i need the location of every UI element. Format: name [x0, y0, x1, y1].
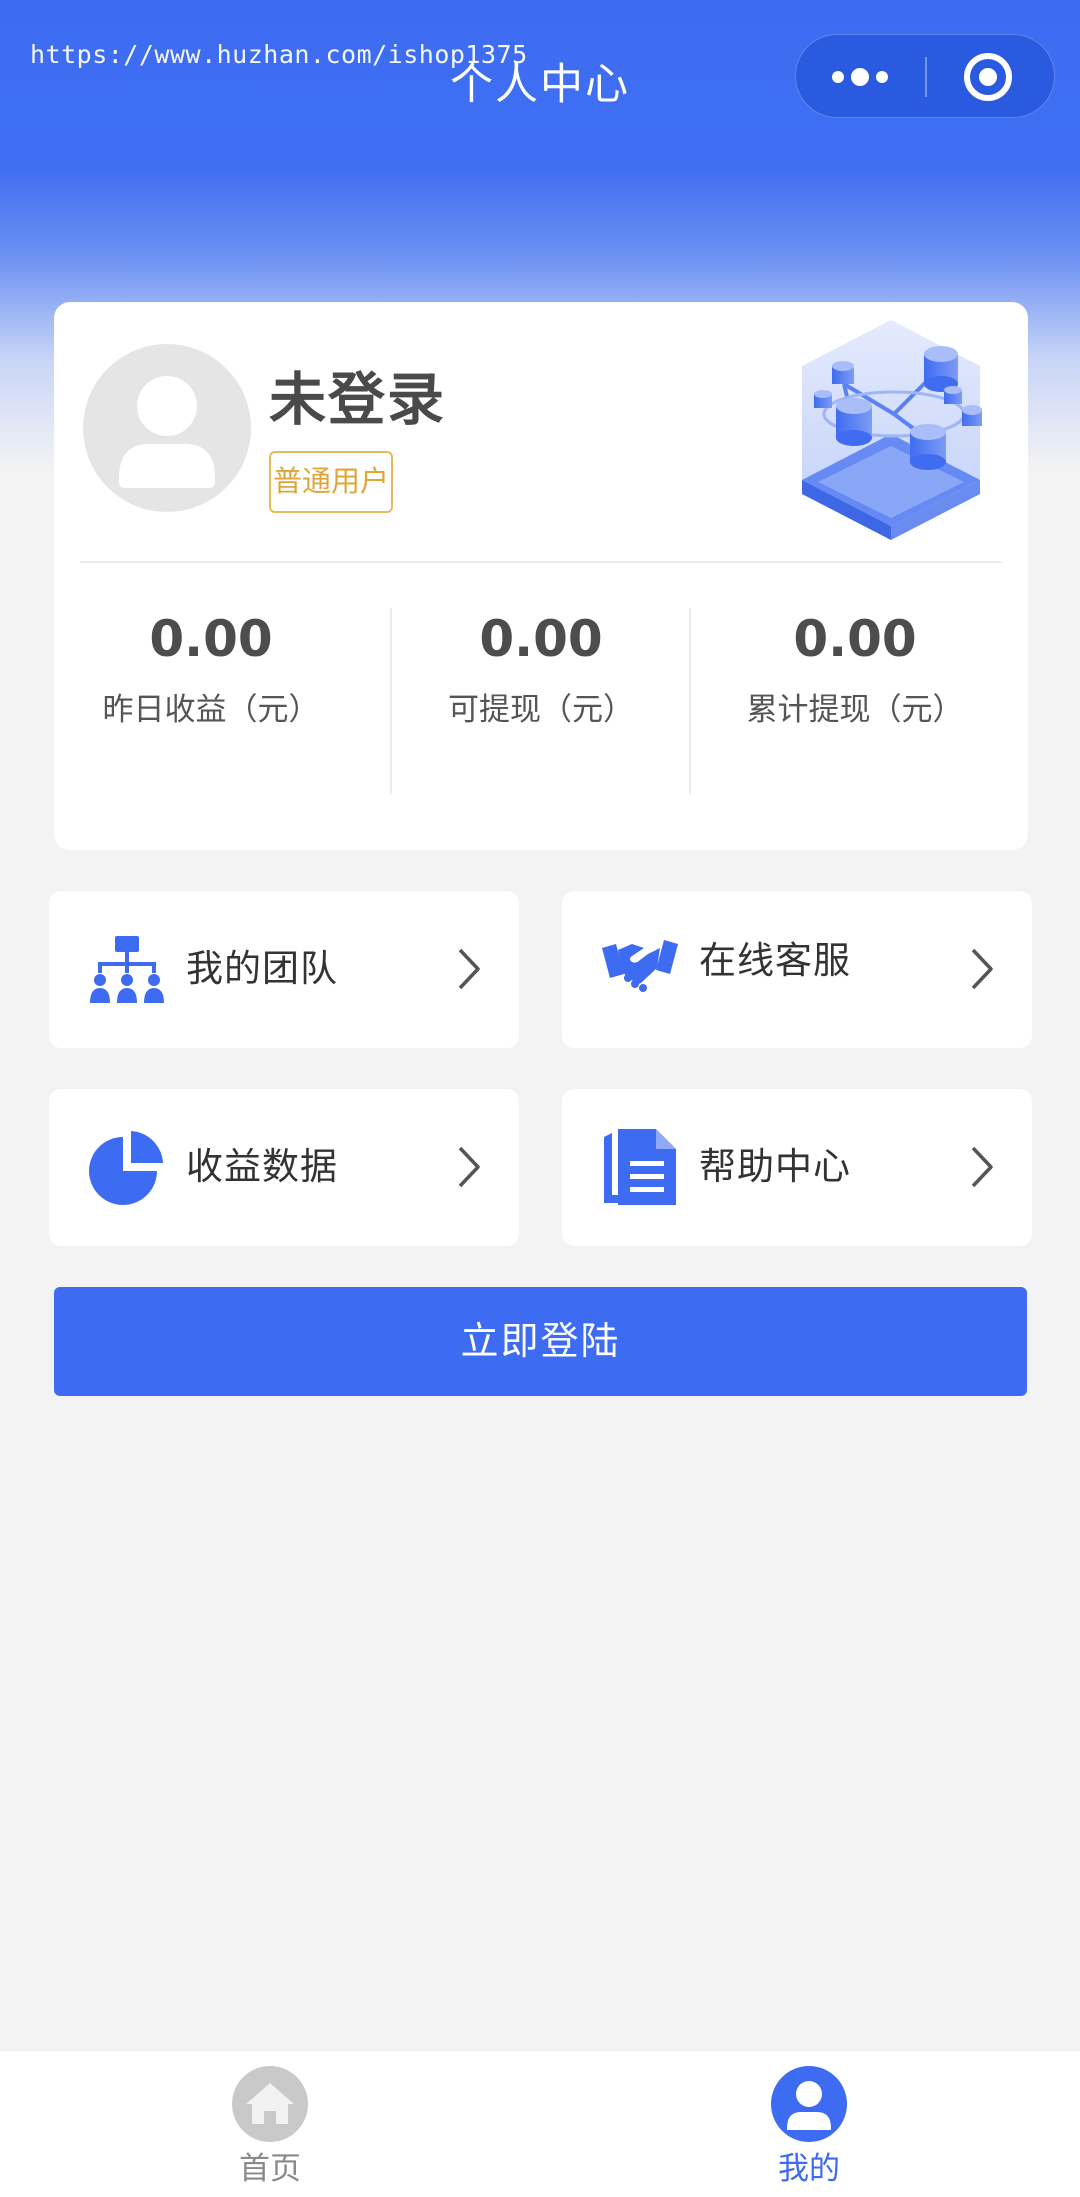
chevron-right-icon	[967, 1144, 997, 1190]
chevron-right-icon	[967, 946, 997, 992]
chevron-right-icon	[454, 1144, 484, 1190]
profile-card: 未登录 普通用户 0.00 昨日收益（元） 0.00 可提现（元） 0.00 累…	[54, 302, 1028, 850]
user-avatar-icon[interactable]	[83, 344, 251, 512]
stat-label: 累计提现（元）	[746, 692, 964, 728]
menu-label: 我的团队	[186, 947, 338, 990]
more-dots-icon[interactable]	[796, 35, 924, 119]
tab-mine[interactable]: 我的	[709, 2051, 909, 2197]
menu-item-earnings-data[interactable]: 收益数据	[49, 1089, 519, 1246]
menu-label: 在线客服	[699, 939, 851, 982]
home-icon	[232, 2066, 308, 2142]
isometric-data-icon	[784, 314, 998, 546]
stat-withdrawable: 0.00 可提现（元）	[384, 606, 698, 729]
chevron-right-icon	[454, 946, 484, 992]
team-tree-icon	[89, 931, 165, 1007]
stat-label: 可提现（元）	[448, 692, 634, 728]
menu-label: 收益数据	[186, 1145, 338, 1188]
menu-item-help-center[interactable]: 帮助中心	[562, 1089, 1032, 1246]
target-icon[interactable]	[927, 35, 1055, 119]
user-name: 未登录	[269, 367, 446, 433]
user-icon	[771, 2066, 847, 2142]
profile-divider	[80, 561, 1002, 563]
stat-label: 昨日收益（元）	[102, 692, 320, 728]
handshake-icon	[602, 926, 678, 1002]
stat-yesterday-earnings: 0.00 昨日收益（元）	[54, 606, 368, 729]
document-icon	[602, 1129, 678, 1205]
stat-value: 0.00	[479, 610, 603, 668]
menu-item-my-team[interactable]: 我的团队	[49, 891, 519, 1048]
login-button[interactable]: 立即登陆	[54, 1287, 1027, 1396]
stat-value: 0.00	[793, 610, 917, 668]
tab-label: 我的	[778, 2151, 840, 2187]
pie-chart-icon	[89, 1129, 165, 1205]
stat-total-withdrawn: 0.00 累计提现（元）	[698, 606, 1012, 729]
user-level-badge: 普通用户	[269, 451, 393, 513]
stat-divider	[689, 608, 691, 794]
menu-item-online-service[interactable]: 在线客服	[562, 891, 1032, 1048]
mini-program-capsule	[795, 34, 1055, 118]
menu-label: 帮助中心	[699, 1145, 851, 1188]
tab-home[interactable]: 首页	[170, 2051, 370, 2197]
tab-label: 首页	[239, 2151, 301, 2187]
stat-value: 0.00	[149, 610, 273, 668]
bottom-tab-bar: 首页 我的	[0, 2050, 1080, 2197]
